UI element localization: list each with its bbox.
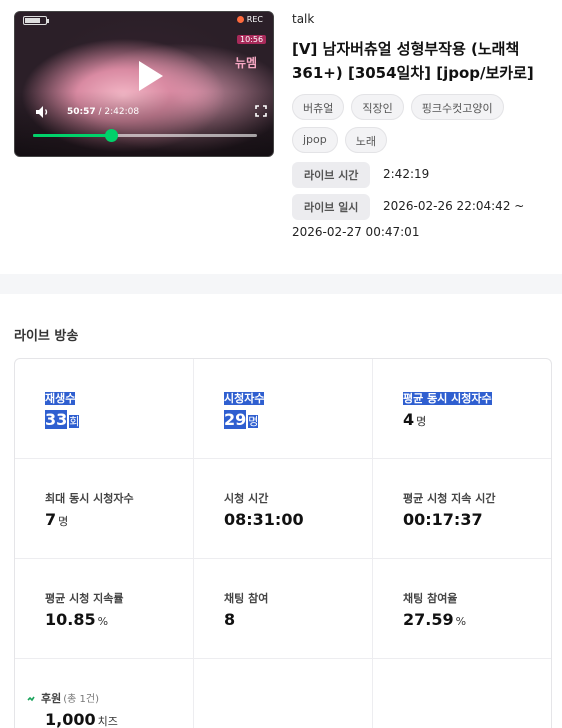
tag-chip[interactable]: jpop xyxy=(292,127,338,153)
tag-chip[interactable]: 직장인 xyxy=(351,94,404,120)
stat-label: 채팅 참여 xyxy=(224,592,269,605)
stat-label: 후원 (총 1건) xyxy=(27,690,99,706)
video-player[interactable]: REC 10:56 뉴멤 50:57 / 2:42:08 xyxy=(14,11,274,157)
stat-value: 4명 xyxy=(403,410,427,429)
live-date-end: 2026-02-27 00:47:01 xyxy=(292,225,420,239)
tag-chip[interactable]: 버츄얼 xyxy=(292,94,345,120)
video-title: [V] 남자버츄얼 성형부작용 (노래책 361+) [3054일차] [jpo… xyxy=(292,40,534,82)
stat-cell-chat-rate: 채팅 참여율 27.59% xyxy=(373,559,551,659)
sponsor-icon xyxy=(27,696,35,702)
play-button[interactable] xyxy=(129,56,169,96)
tag-chip[interactable]: 노래 xyxy=(344,127,388,153)
tag-list: 버츄얼 직장인 핑크수컷고양이 jpop 노래 xyxy=(292,94,554,153)
overlay-time: 10:56 xyxy=(237,35,267,44)
stat-value: 7명 xyxy=(45,510,69,529)
stat-label: 시청 시간 xyxy=(224,492,269,505)
duration: 2:42:08 xyxy=(104,107,140,117)
player-controls: 50:57 / 2:42:08 xyxy=(35,105,267,119)
overlay-sticker: 뉴멤 xyxy=(235,56,258,70)
channel-name[interactable]: talk xyxy=(292,12,314,26)
video-summary-card: REC 10:56 뉴멤 50:57 / 2:42:08 talk [V] 남자… xyxy=(0,0,562,274)
rec-dot-icon xyxy=(236,16,244,23)
live-date-start: 2026-02-26 22:04:42 ~ xyxy=(383,199,525,213)
live-time-label: 라이브 시간 xyxy=(292,162,371,188)
tag-chip[interactable]: 핑크수컷고양이 xyxy=(410,94,504,120)
section-divider xyxy=(0,274,562,294)
stat-value: 08:31:00 xyxy=(224,510,304,529)
fullscreen-icon[interactable] xyxy=(255,105,267,117)
stat-value: 00:17:37 xyxy=(403,510,483,529)
stat-label: 재생수 xyxy=(45,392,76,405)
stat-value: 29 명 xyxy=(224,410,259,429)
stat-cell-empty xyxy=(194,659,373,728)
volume-icon[interactable] xyxy=(35,105,51,119)
stat-cell-plays: 재생수 33 회 xyxy=(15,359,194,459)
seek-progress xyxy=(33,134,112,137)
live-date-label: 라이브 일시 xyxy=(292,194,371,220)
stat-label: 평균 시청 지속률 xyxy=(45,592,124,605)
battery-icon xyxy=(23,16,49,25)
stat-label: 시청자수 xyxy=(224,392,265,405)
stat-value: 33 회 xyxy=(45,410,80,429)
section-title: 라이브 방송 xyxy=(14,329,79,344)
live-time-value: 2:42:19 xyxy=(383,167,430,181)
stat-cell-avg-duration: 평균 시청 지속 시간 00:17:37 xyxy=(373,459,551,559)
stat-cell-max-concurrent: 최대 동시 시청자수 7명 xyxy=(15,459,194,559)
stat-label: 평균 시청 지속 시간 xyxy=(403,492,496,505)
rec-indicator: REC xyxy=(236,15,263,24)
play-icon xyxy=(139,61,163,91)
stat-cell-donation: 후원 (총 1건) 1,000 치즈 xyxy=(15,659,194,728)
stat-cell-watch-time: 시청 시간 08:31:00 xyxy=(194,459,373,559)
seek-bar[interactable] xyxy=(33,129,257,142)
stat-value: 1,000 치즈 xyxy=(45,710,118,728)
stat-cell-empty xyxy=(373,659,551,728)
stat-cell-avg-concurrent: 평균 동시 시청자수 4명 xyxy=(373,359,551,459)
stat-label: 최대 동시 시청자수 xyxy=(45,492,134,505)
stat-cell-retention-rate: 평균 시청 지속률 10.85% xyxy=(15,559,194,659)
stat-value: 8 xyxy=(224,610,236,629)
live-stats-card: 라이브 방송 재생수 33 회 시청자수 29 명 평균 동시 시청자수 4명 최대… xyxy=(0,294,562,728)
stat-value: 10.85% xyxy=(45,610,109,629)
stats-grid: 재생수 33 회 시청자수 29 명 평균 동시 시청자수 4명 최대 동시 시청자… xyxy=(14,358,552,728)
current-time: 50:57 xyxy=(67,107,96,117)
stat-label: 평균 동시 시청자수 xyxy=(403,392,492,405)
stat-value: 27.59% xyxy=(403,610,467,629)
stat-cell-viewers: 시청자수 29 명 xyxy=(194,359,373,459)
playback-time: 50:57 / 2:42:08 xyxy=(67,107,140,117)
stat-label: 채팅 참여율 xyxy=(403,592,458,605)
stat-cell-chat-participation: 채팅 참여 8 xyxy=(194,559,373,659)
